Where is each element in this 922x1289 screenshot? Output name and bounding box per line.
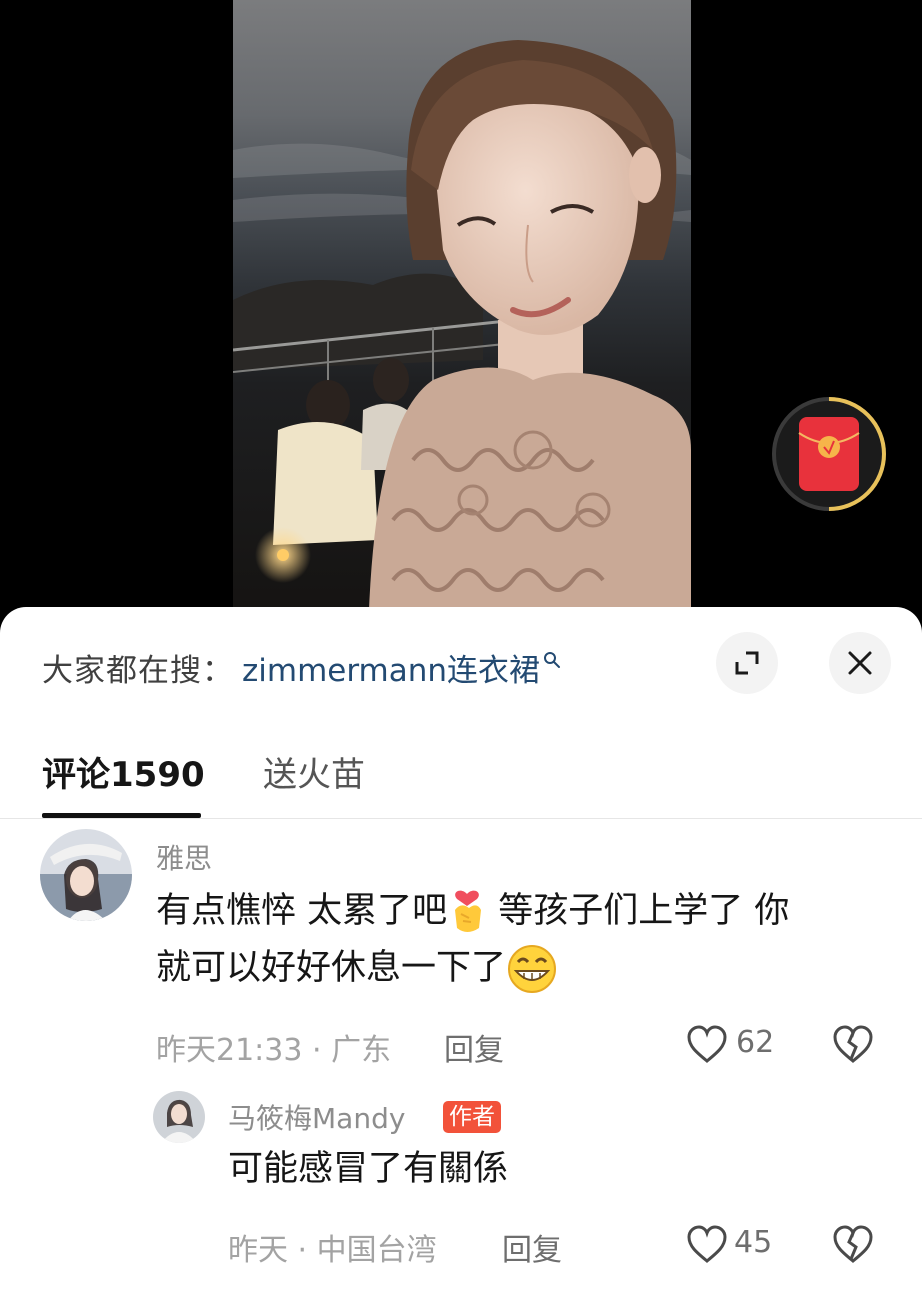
reply-button[interactable]: 回复	[502, 1225, 562, 1269]
close-button[interactable]	[829, 632, 891, 694]
broken-heart-icon[interactable]	[832, 1025, 874, 1065]
red-packet-icon[interactable]	[768, 393, 890, 515]
expand-icon	[735, 651, 759, 675]
comment-meta: 昨天21:33 · 广东	[156, 1025, 391, 1069]
comment-text-part1: 有点憔悴 太累了吧	[156, 891, 448, 931]
comment-text-part2: 等孩子们上学了 你	[487, 891, 790, 931]
comment-location: 广东	[331, 1033, 392, 1068]
comment-text-part3: 就可以好好休息一下了	[156, 948, 507, 988]
meta-separator: ·	[288, 1233, 317, 1268]
search-term-link[interactable]: zimmermann连衣裙	[242, 645, 540, 690]
heart-hands-emoji-icon	[455, 890, 482, 932]
video-frame[interactable]	[233, 0, 691, 640]
comment-location: 中国台湾	[316, 1233, 437, 1268]
broken-heart-icon[interactable]	[832, 1225, 874, 1265]
comment-item: 雅思 有点憔悴 太累了吧 等孩子们上学了 你就可以好好休息一下了 昨天21:33…	[0, 829, 922, 1069]
like-count: 45	[734, 1225, 773, 1260]
reply-button[interactable]: 回复	[444, 1025, 504, 1069]
active-tab-indicator	[42, 813, 201, 818]
heart-icon[interactable]	[686, 1225, 728, 1265]
comment-count: 1590	[110, 755, 205, 795]
comment-username[interactable]: 雅思	[156, 837, 212, 877]
comment-time: 昨天	[228, 1233, 288, 1268]
author-badge: 作者	[443, 1101, 501, 1133]
expand-button[interactable]	[716, 632, 778, 694]
video-player[interactable]	[0, 0, 922, 640]
comment-meta: 昨天 · 中国台湾	[228, 1225, 437, 1269]
comment-text: 可能感冒了有關係	[228, 1149, 509, 1189]
tab-comments[interactable]: 评论1590	[42, 747, 205, 796]
avatar[interactable]	[153, 1091, 205, 1143]
search-suggestion[interactable]: 大家都在搜： zimmermann连衣裙	[42, 645, 561, 690]
search-icon[interactable]	[543, 651, 561, 669]
reply-comment-item: 马筱梅Mandy 作者 可能感冒了有關係 昨天 · 中国台湾 回复 45	[0, 1091, 922, 1271]
tab-comments-label: 评论	[42, 755, 110, 795]
tab-send-fire[interactable]: 送火苗	[263, 747, 365, 796]
heart-icon[interactable]	[686, 1025, 728, 1065]
like-count: 62	[736, 1025, 775, 1060]
avatar[interactable]	[40, 829, 132, 921]
comment-time: 昨天21:33	[156, 1033, 303, 1068]
close-icon	[848, 651, 872, 675]
comment-panel: 大家都在搜： zimmermann连衣裙 评论1590 送火苗 雅思 有点憔悴 …	[0, 607, 922, 1289]
comment-text: 有点憔悴 太累了吧 等孩子们上学了 你就可以好好休息一下了	[156, 883, 886, 997]
avatar-image	[153, 1091, 205, 1143]
comment-username[interactable]: 马筱梅Mandy	[228, 1097, 405, 1137]
video-image	[233, 0, 691, 640]
grinning-emoji-icon	[508, 945, 557, 993]
meta-separator: ·	[302, 1033, 332, 1068]
comment-tabs: 评论1590 送火苗	[0, 739, 922, 819]
avatar-image	[40, 829, 132, 921]
search-prefix: 大家都在搜：	[42, 652, 234, 689]
